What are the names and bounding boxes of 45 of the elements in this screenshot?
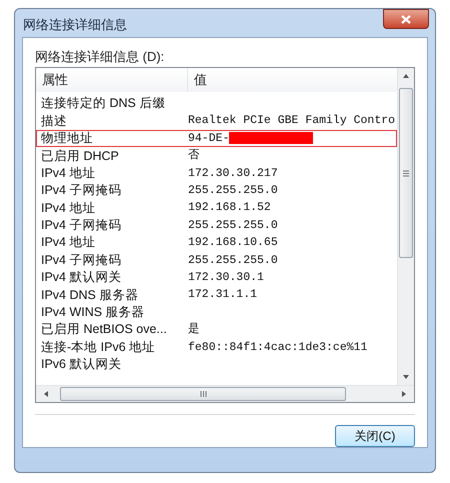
scroll-right-icon[interactable] (400, 390, 408, 398)
property-text: 物理地址 (40, 130, 94, 148)
close-dialog-button[interactable]: 关闭(C) (335, 425, 415, 447)
scroll-down-icon[interactable] (402, 373, 410, 381)
value-text: 255.255.255.0 (188, 252, 278, 269)
property-text: IPv4 WINS 服务器 (40, 304, 146, 322)
property-text: IPv4 子网掩码 (40, 182, 122, 200)
value-text: 172.30.30.217 (188, 166, 278, 182)
value-text: 172.30.30.1 (188, 270, 264, 286)
window-title: 网络连接详细信息 (23, 16, 127, 34)
property-text: IPv4 默认网关 (40, 269, 122, 286)
scrollbar-thumb[interactable] (399, 88, 413, 258)
property-text: IPv4 DNS 服务器 (40, 286, 140, 304)
value-text: fe80::84f1:4cac:1de3:ce%11 (188, 340, 368, 356)
vertical-scrollbar[interactable] (397, 68, 414, 385)
property-text: 描述 (40, 112, 68, 130)
scroll-left-icon[interactable] (42, 390, 50, 398)
property-text: 已启用 DHCP (40, 148, 120, 164)
grip-icon (200, 391, 206, 397)
value-text: 94-DE- (188, 130, 230, 147)
horizontal-scrollbar[interactable] (36, 385, 414, 402)
column-header[interactable]: 属性 (36, 68, 188, 92)
grip-icon (403, 170, 409, 176)
value-text: 否 (188, 148, 200, 164)
property-text: 已启用 NetBIOS ove... (40, 321, 168, 338)
close-icon (401, 14, 411, 24)
property-text: 连接特定的 DNS 后缀 (40, 95, 166, 112)
close-button[interactable] (383, 9, 429, 29)
property-text: IPv4 地址 (40, 234, 96, 252)
scroll-up-icon[interactable] (402, 72, 410, 80)
value-text: 255.255.255.0 (188, 218, 278, 234)
value-text: 255.255.255.0 (188, 183, 278, 200)
value-text: 是 (188, 322, 200, 338)
value-text: 192.168.10.65 (188, 235, 278, 252)
value-text: Realtek PCIe GBE Family Contro (188, 113, 396, 130)
property-text: IPv4 子网掩码 (40, 252, 122, 269)
value-text: 172.31.1.1 (188, 287, 258, 304)
property-text: IPv4 地址 (40, 200, 96, 217)
property-text: 连接-本地 IPv6 地址 (40, 338, 156, 356)
property-text: IPv4 地址 (40, 164, 96, 182)
scrollbar-thumb[interactable] (60, 387, 346, 401)
property-text: IPv6 默认网关 (40, 356, 122, 374)
property-text: IPv4 子网掩码 (40, 217, 122, 234)
value-text: 192.168.1.52 (188, 200, 271, 216)
list-label: 网络连接详细信息 (D): (35, 48, 166, 66)
